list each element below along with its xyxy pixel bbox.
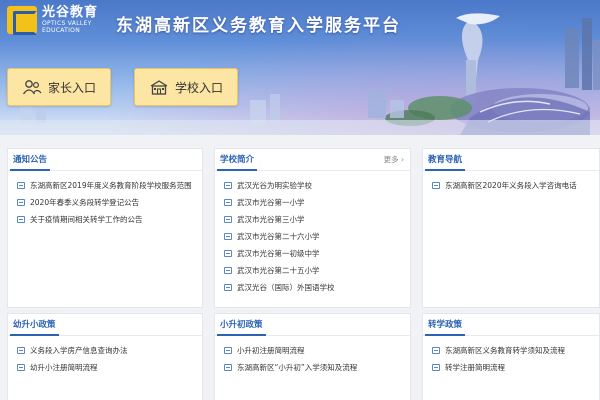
- school-list: 武汉光谷为明实验学校 武汉市光谷第一小学 武汉市光谷第三小学 武汉市光谷第二十六…: [215, 171, 410, 296]
- document-icon: [224, 250, 232, 257]
- parent-entry-label: 家长入口: [47, 80, 96, 95]
- p2m-panel-header: 小升初政策: [215, 314, 410, 336]
- header-banner: 光谷教育 OPTICS VALLEY EDUCATION 东湖高新区义务教育入学…: [0, 0, 600, 135]
- guide-list: 东湖高新区2020年义务段入学咨询电话: [423, 171, 599, 194]
- p2m-panel-title[interactable]: 小升初政策: [217, 318, 266, 336]
- document-icon: [224, 182, 232, 189]
- k2p-list: 义务段入学房产信息查询办法 幼升小注册简明流程: [8, 336, 202, 376]
- school-intro-panel: 学校简介 更多 › 武汉光谷为明实验学校 武汉市光谷第一小学 武汉市光谷第三小学…: [214, 148, 411, 308]
- document-icon: [17, 216, 25, 223]
- document-icon: [17, 182, 25, 189]
- document-icon: [224, 284, 232, 291]
- list-item[interactable]: 义务段入学房产信息查询办法: [17, 342, 202, 359]
- list-item[interactable]: 武汉市光谷第一初级中学: [224, 245, 410, 262]
- list-item-label: 东湖高新区“小升初”入学须知及流程: [237, 363, 358, 372]
- list-item-label: 2020年春季义务段转学登记公告: [30, 198, 140, 207]
- list-item[interactable]: 关于疫情期间相关转学工作的公告: [17, 211, 202, 228]
- transfer-policy-panel: 转学政策 东湖高新区义务教育转学须知及流程 转学注册简明流程: [422, 313, 600, 400]
- list-item[interactable]: 武汉市光谷第二十六小学: [224, 228, 410, 245]
- transfer-panel-title[interactable]: 转学政策: [425, 318, 466, 336]
- document-icon: [17, 199, 25, 206]
- notice-panel-title[interactable]: 通知公告: [10, 153, 51, 171]
- list-item[interactable]: 武汉市光谷第一小学: [224, 194, 410, 211]
- document-icon: [224, 233, 232, 240]
- logo-mark-icon: [7, 6, 37, 35]
- list-item-label: 武汉光谷（国际）外国语学校: [237, 283, 335, 292]
- site-title: 东湖高新区义务教育入学服务平台: [116, 16, 401, 36]
- logo-chinese: 光谷教育: [42, 5, 99, 20]
- k2p-panel-title[interactable]: 幼升小政策: [10, 318, 59, 336]
- document-icon: [17, 347, 25, 354]
- guide-panel-header: 教育导航: [423, 149, 599, 171]
- site-logo[interactable]: 光谷教育 OPTICS VALLEY EDUCATION: [7, 5, 99, 35]
- logo-english-line2: EDUCATION: [42, 27, 80, 34]
- list-item[interactable]: 武汉市光谷第三小学: [224, 211, 410, 228]
- list-item-label: 关于疫情期间相关转学工作的公告: [30, 215, 143, 224]
- list-item-label: 幼升小注册简明流程: [30, 363, 98, 372]
- document-icon: [17, 364, 25, 371]
- list-item-label: 武汉市光谷第二十六小学: [237, 232, 320, 241]
- list-item-label: 小升初注册简明流程: [237, 346, 305, 355]
- k2p-panel-header: 幼升小政策: [8, 314, 202, 336]
- document-icon: [432, 182, 440, 189]
- logo-text: 光谷教育 OPTICS VALLEY EDUCATION: [42, 5, 99, 35]
- list-item[interactable]: 东湖高新区义务教育转学须知及流程: [432, 342, 599, 359]
- list-item-label: 东湖高新区义务教育转学须知及流程: [445, 346, 565, 355]
- document-icon: [224, 267, 232, 274]
- guide-panel-title[interactable]: 教育导航: [425, 153, 466, 171]
- document-icon: [224, 347, 232, 354]
- document-icon: [224, 199, 232, 206]
- list-item[interactable]: 东湖高新区2019年度义务教育阶段学校服务范围: [17, 177, 202, 194]
- list-item[interactable]: 武汉光谷（国际）外国语学校: [224, 279, 410, 296]
- transfer-list: 东湖高新区义务教育转学须知及流程 转学注册简明流程: [423, 336, 599, 376]
- list-item[interactable]: 转学注册简明流程: [432, 359, 599, 376]
- list-item-label: 东湖高新区2020年义务段入学咨询电话: [445, 181, 577, 190]
- notice-panel-header: 通知公告: [8, 149, 202, 171]
- list-item[interactable]: 2020年春季义务段转学登记公告: [17, 194, 202, 211]
- school-panel-title[interactable]: 学校简介: [217, 153, 258, 171]
- parents-icon: [22, 80, 42, 95]
- list-item[interactable]: 武汉市光谷第二十五小学: [224, 262, 410, 279]
- more-link[interactable]: 更多 ›: [384, 154, 404, 165]
- list-item-label: 武汉光谷为明实验学校: [237, 181, 312, 190]
- list-item-label: 义务段入学房产信息查询办法: [30, 346, 128, 355]
- list-item[interactable]: 武汉光谷为明实验学校: [224, 177, 410, 194]
- list-item-label: 武汉市光谷第三小学: [237, 215, 305, 224]
- document-icon: [432, 364, 440, 371]
- school-building-icon: [150, 80, 168, 95]
- notice-panel: 通知公告 东湖高新区2019年度义务教育阶段学校服务范围 2020年春季义务段转…: [7, 148, 203, 308]
- parent-entry-button[interactable]: 家长入口: [7, 68, 111, 106]
- logo-english-line1: OPTICS VALLEY: [42, 20, 92, 27]
- document-icon: [432, 347, 440, 354]
- list-item[interactable]: 东湖高新区“小升初”入学须知及流程: [224, 359, 410, 376]
- list-item-label: 武汉市光谷第二十五小学: [237, 266, 320, 275]
- list-item[interactable]: 东湖高新区2020年义务段入学咨询电话: [432, 177, 599, 194]
- document-icon: [224, 364, 232, 371]
- school-entry-label: 学校入口: [174, 80, 223, 95]
- education-nav-panel: 教育导航 东湖高新区2020年义务段入学咨询电话: [422, 148, 600, 308]
- school-entry-button[interactable]: 学校入口: [134, 68, 238, 106]
- primary-to-middle-policy-panel: 小升初政策 小升初注册简明流程 东湖高新区“小升初”入学须知及流程: [214, 313, 411, 400]
- list-item-label: 武汉市光谷第一初级中学: [237, 249, 320, 258]
- list-item-label: 武汉市光谷第一小学: [237, 198, 305, 207]
- list-item[interactable]: 小升初注册简明流程: [224, 342, 410, 359]
- document-icon: [224, 216, 232, 223]
- list-item-label: 转学注册简明流程: [445, 363, 505, 372]
- transfer-panel-header: 转学政策: [423, 314, 599, 336]
- notice-list: 东湖高新区2019年度义务教育阶段学校服务范围 2020年春季义务段转学登记公告…: [8, 171, 202, 228]
- school-panel-header: 学校简介 更多 ›: [215, 149, 410, 171]
- list-item[interactable]: 幼升小注册简明流程: [17, 359, 202, 376]
- kindergarten-to-primary-policy-panel: 幼升小政策 义务段入学房产信息查询办法 幼升小注册简明流程: [7, 313, 203, 400]
- p2m-list: 小升初注册简明流程 东湖高新区“小升初”入学须知及流程: [215, 336, 410, 376]
- list-item-label: 东湖高新区2019年度义务教育阶段学校服务范围: [30, 181, 192, 190]
